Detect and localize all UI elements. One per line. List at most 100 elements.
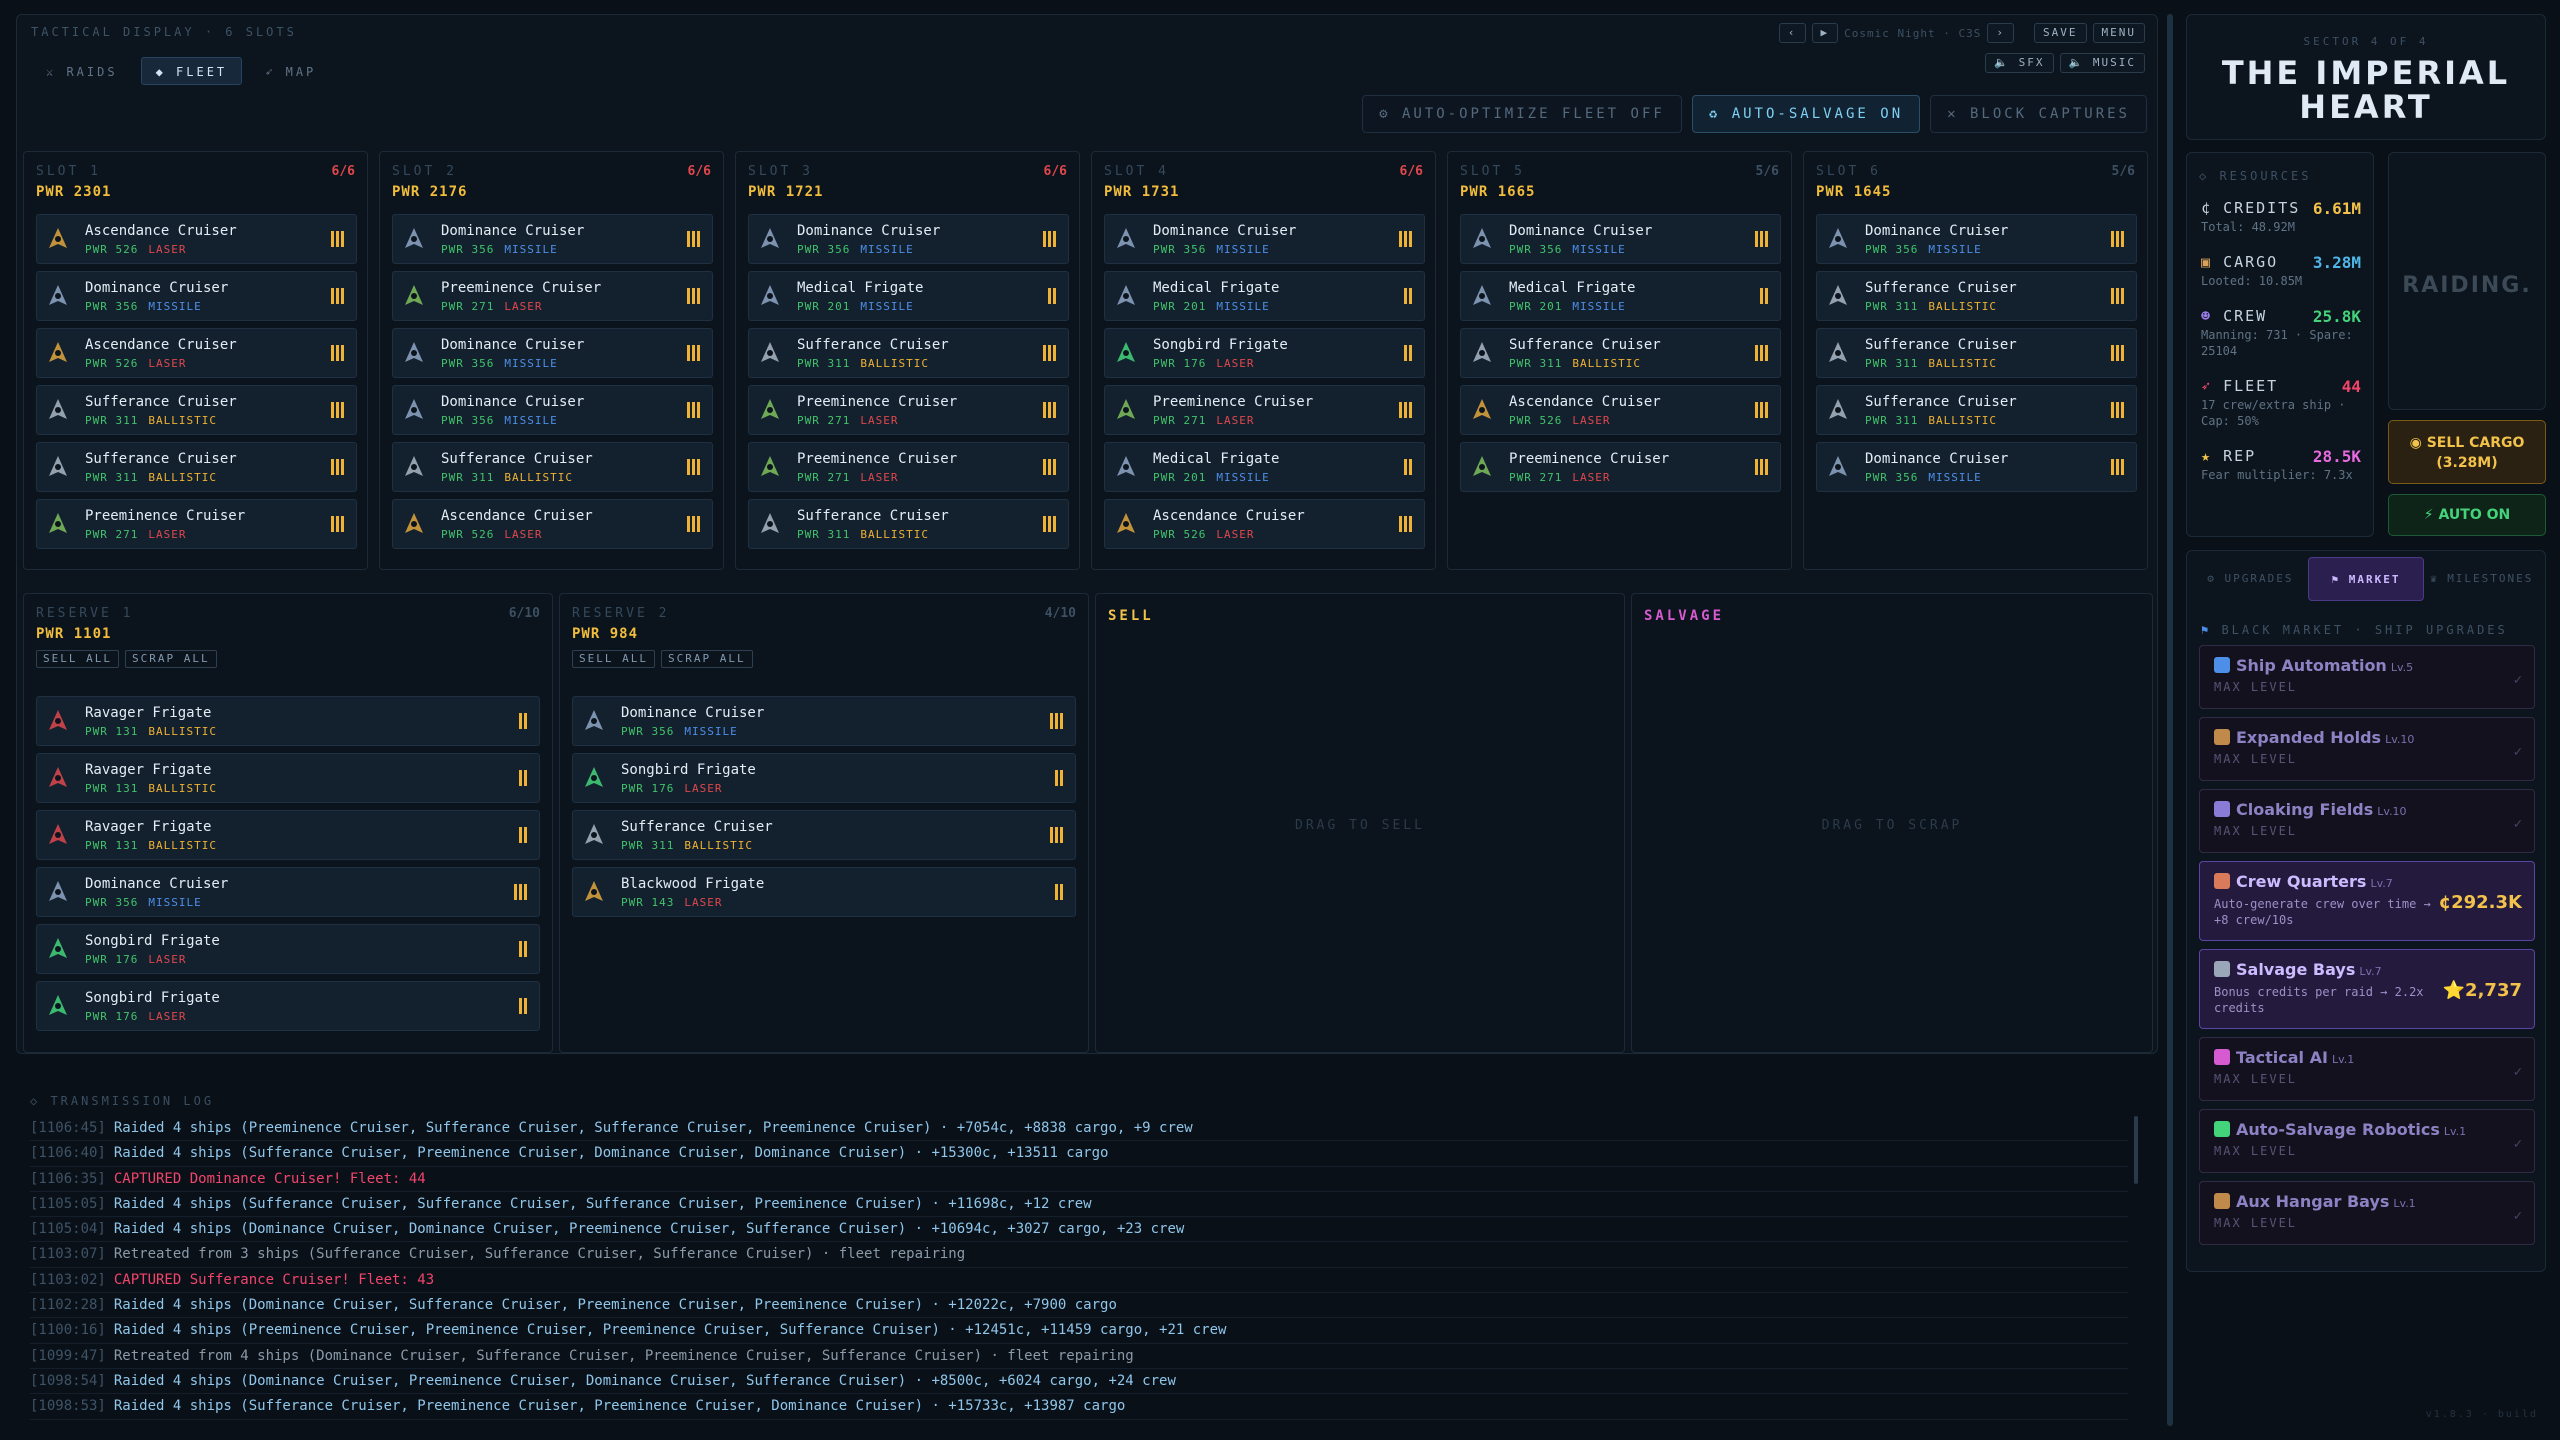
ship-card[interactable]: Dominance Cruiser PWR 356 MISSILE	[1104, 214, 1425, 264]
ship-card[interactable]: Sufferance Cruiser PWR 311 BALLISTIC	[572, 810, 1076, 860]
ship-card[interactable]: Dominance Cruiser PWR 356 MISSILE	[1816, 214, 2137, 264]
upgrade-card[interactable]: Crew Quarters Lv.7 Auto-generate crew over…	[2199, 861, 2535, 941]
ship-card[interactable]: Sufferance Cruiser PWR 311 BALLISTIC	[1460, 328, 1781, 378]
ship-card[interactable]: Sufferance Cruiser PWR 311 BALLISTIC	[1816, 328, 2137, 378]
ship-card[interactable]: Ascendance Cruiser PWR 526 LASER	[1460, 385, 1781, 435]
fleet-slot-2[interactable]: SLOT 2 6/6 PWR 2176 Dominance Cruiser PWR 35…	[379, 151, 724, 570]
ship-card[interactable]: Dominance Cruiser PWR 356 MISSILE	[392, 385, 713, 435]
sfx-toggle[interactable]: 🔈 SFX	[1985, 53, 2054, 73]
ship-card[interactable]: Ascendance Cruiser PWR 526 LASER	[36, 328, 357, 378]
ship-card[interactable]: Ascendance Cruiser PWR 526 LASER	[36, 214, 357, 264]
fleet-slot-6[interactable]: SLOT 6 5/6 PWR 1645 Dominance Cruiser PWR 35…	[1803, 151, 2148, 570]
ship-card[interactable]: Medical Frigate PWR 201 MISSILE	[1104, 442, 1425, 492]
reserve-1[interactable]: RESERVE 1 6/10 PWR 1101 SELL ALL SCRAP ALL Ra…	[23, 593, 553, 1053]
tab-upgrades[interactable]: ⚙ UPGRADES	[2193, 557, 2308, 601]
ship-card[interactable]: Preeminence Cruiser PWR 271 LASER	[392, 271, 713, 321]
panel-divider[interactable]	[2167, 14, 2173, 1426]
fleet-slot-1[interactable]: SLOT 1 6/6 PWR 2301 Ascendance Cruiser PWR 5…	[23, 151, 368, 570]
scrap-all-button[interactable]: SCRAP ALL	[124, 650, 217, 668]
ship-card[interactable]: Ravager Frigate PWR 131 BALLISTIC	[36, 753, 540, 803]
tab-market[interactable]: ⚑ MARKET	[2307, 557, 2425, 601]
auto-optimize-toggle[interactable]: ⚙ AUTO-OPTIMIZE FLEET OFF	[1362, 95, 1682, 133]
scrap-all-button[interactable]: SCRAP ALL	[660, 650, 753, 668]
ship-card[interactable]: Dominance Cruiser PWR 356 MISSILE	[36, 271, 357, 321]
upgrade-card[interactable]: Tactical AI Lv.1 MAX LEVEL ✓	[2199, 1037, 2535, 1101]
save-button[interactable]: SAVE	[2034, 23, 2087, 43]
block-captures-toggle[interactable]: ✕ BLOCK CAPTURES	[1930, 95, 2147, 133]
ship-card[interactable]: Sufferance Cruiser PWR 311 BALLISTIC	[748, 328, 1069, 378]
ship-name: Dominance Cruiser	[441, 394, 585, 410]
upgrade-card[interactable]: Expanded Holds Lv.10 MAX LEVEL ✓	[2199, 717, 2535, 781]
ship-card[interactable]: Songbird Frigate PWR 176 LASER	[36, 981, 540, 1031]
ship-card[interactable]: Ravager Frigate PWR 131 BALLISTIC	[36, 810, 540, 860]
ship-card[interactable]: Preeminence Cruiser PWR 271 LASER	[748, 442, 1069, 492]
ship-name: Preeminence Cruiser	[85, 508, 246, 524]
ship-card[interactable]: Medical Frigate PWR 201 MISSILE	[1460, 271, 1781, 321]
tab-fleet[interactable]: ◆ FLEET	[140, 57, 243, 85]
log-scrollbar[interactable]	[2134, 1116, 2138, 1184]
next-track-button[interactable]: ›	[1987, 23, 2014, 43]
fleet-slot-4[interactable]: SLOT 4 6/6 PWR 1731 Dominance Cruiser PWR 35…	[1091, 151, 1436, 570]
ship-card[interactable]: Sufferance Cruiser PWR 311 BALLISTIC	[36, 385, 357, 435]
auto-salvage-toggle[interactable]: ♻ AUTO-SALVAGE ON	[1691, 95, 1921, 133]
auto-raid-toggle[interactable]: ⚡ AUTO ON	[2388, 494, 2546, 536]
ship-card[interactable]: Dominance Cruiser PWR 356 MISSILE	[1816, 442, 2137, 492]
upgrade-description: MAX LEVEL	[2214, 1216, 2298, 1230]
prev-track-button[interactable]: ‹	[1778, 23, 1806, 43]
play-button[interactable]: ▶	[1811, 23, 1839, 43]
ship-card[interactable]: Blackwood Frigate PWR 143 LASER	[572, 867, 1076, 917]
upgrade-card[interactable]: Cloaking Fields Lv.10 MAX LEVEL ✓	[2199, 789, 2535, 853]
ship-card[interactable]: Sufferance Cruiser PWR 311 BALLISTIC	[748, 499, 1069, 549]
music-toggle[interactable]: 🔈 MUSIC	[2059, 53, 2145, 73]
fleet-slot-3[interactable]: SLOT 3 6/6 PWR 1721 Dominance Cruiser PWR 35…	[735, 151, 1080, 570]
ship-card[interactable]: Preeminence Cruiser PWR 271 LASER	[1460, 442, 1781, 492]
ship-card[interactable]: Preeminence Cruiser PWR 271 LASER	[1104, 385, 1425, 435]
sell-all-button[interactable]: SELL ALL	[572, 650, 655, 668]
ship-card[interactable]: Dominance Cruiser PWR 356 MISSILE	[36, 867, 540, 917]
reserve-2[interactable]: RESERVE 2 4/10 PWR 984 SELL ALL SCRAP ALL Dom…	[559, 593, 1089, 1053]
ship-card[interactable]: Medical Frigate PWR 201 MISSILE	[1104, 271, 1425, 321]
tab-milestones[interactable]: ♛ MILESTONES	[2424, 557, 2539, 601]
tab-map[interactable]: ➶ MAP	[250, 57, 331, 85]
ship-card[interactable]: Sufferance Cruiser PWR 311 BALLISTIC	[1816, 385, 2137, 435]
health-bar	[331, 516, 334, 532]
ship-card[interactable]: Songbird Frigate PWR 176 LASER	[1104, 328, 1425, 378]
ship-card[interactable]: Songbird Frigate PWR 176 LASER	[36, 924, 540, 974]
health-bar	[1043, 231, 1046, 247]
ship-card[interactable]: Preeminence Cruiser PWR 271 LASER	[748, 385, 1069, 435]
ship-card[interactable]: Songbird Frigate PWR 176 LASER	[572, 753, 1076, 803]
upgrade-card[interactable]: Ship Automation Lv.5 MAX LEVEL ✓	[2199, 645, 2535, 709]
upgrade-card[interactable]: Auto-Salvage Robotics Lv.1 MAX LEVEL ✓	[2199, 1109, 2535, 1173]
ship-power: PWR 311 BALLISTIC	[1865, 300, 1997, 313]
ship-card[interactable]: Ravager Frigate PWR 131 BALLISTIC	[36, 696, 540, 746]
menu-button[interactable]: MENU	[2092, 23, 2145, 43]
upgrade-level: Lv.10	[2377, 805, 2407, 818]
health-bar	[1755, 402, 1758, 418]
ship-card[interactable]: Ascendance Cruiser PWR 526 LASER	[392, 499, 713, 549]
ship-card[interactable]: Dominance Cruiser PWR 356 MISSILE	[1460, 214, 1781, 264]
ship-card[interactable]: Dominance Cruiser PWR 356 MISSILE	[572, 696, 1076, 746]
ship-icon	[757, 283, 783, 309]
salvage-drop-zone[interactable]: SALVAGE DRAG TO SCRAP	[1631, 593, 2153, 1053]
ship-name: Songbird Frigate	[621, 762, 756, 778]
ship-card[interactable]: Dominance Cruiser PWR 356 MISSILE	[392, 328, 713, 378]
market-icon: ⚑	[2331, 573, 2349, 586]
upgrade-card[interactable]: Aux Hangar Bays Lv.1 MAX LEVEL ✓	[2199, 1181, 2535, 1245]
reserve-label: RESERVE 2	[572, 606, 670, 621]
ship-card[interactable]: Sufferance Cruiser PWR 311 BALLISTIC	[36, 442, 357, 492]
tab-raids[interactable]: ⚔ RAIDS	[31, 57, 133, 85]
side-panel: SECTOR 4 OF 4 THE IMPERIAL HEART ◇ RESOU…	[2186, 14, 2546, 1426]
ship-card[interactable]: Ascendance Cruiser PWR 526 LASER	[1104, 499, 1425, 549]
ship-card[interactable]: Preeminence Cruiser PWR 271 LASER	[36, 499, 357, 549]
ship-card[interactable]: Dominance Cruiser PWR 356 MISSILE	[392, 214, 713, 264]
ship-card[interactable]: Dominance Cruiser PWR 356 MISSILE	[748, 214, 1069, 264]
sell-drop-zone[interactable]: SELL DRAG TO SELL	[1095, 593, 1625, 1053]
ship-card[interactable]: Sufferance Cruiser PWR 311 BALLISTIC	[392, 442, 713, 492]
fleet-slot-5[interactable]: SLOT 5 5/6 PWR 1665 Dominance Cruiser PWR 35…	[1447, 151, 1792, 570]
upgrade-card[interactable]: Salvage Bays Lv.7 Bonus credits per raid →…	[2199, 949, 2535, 1029]
ship-card[interactable]: Medical Frigate PWR 201 MISSILE	[748, 271, 1069, 321]
sell-cargo-button[interactable]: ◉ SELL CARGO (3.28M)	[2388, 420, 2546, 484]
upgrade-name: Expanded Holds Lv.10	[2214, 728, 2414, 747]
ship-card[interactable]: Sufferance Cruiser PWR 311 BALLISTIC	[1816, 271, 2137, 321]
sell-all-button[interactable]: SELL ALL	[36, 650, 119, 668]
